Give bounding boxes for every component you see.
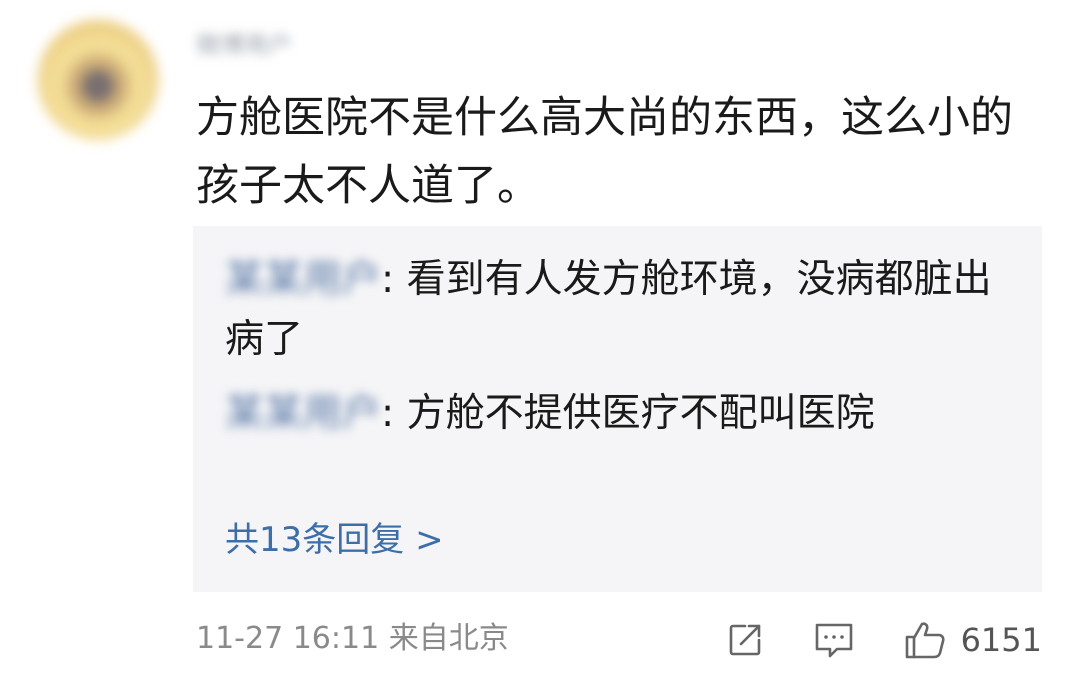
reply-item[interactable]: 某某用户: 方舱不提供医疗不配叫医院 — [225, 384, 995, 444]
reply-text: 方舱不提供医疗不配叫医院 — [406, 391, 875, 436]
share-button[interactable] — [725, 620, 765, 660]
comment-text: 方舱医院不是什么高大尚的东西，这么小的孩子太不人道了。 — [196, 93, 1013, 211]
username[interactable]: 微博用户 — [196, 30, 292, 60]
comment-meta: 11-27 16:11 来自北京 — [196, 615, 509, 663]
share-icon — [725, 620, 765, 660]
reply-separator: : — [381, 257, 407, 302]
reply-author[interactable]: 某某用户 — [225, 391, 381, 436]
reply-separator: : — [381, 391, 407, 436]
comment-button[interactable] — [813, 620, 855, 660]
replies-section: 某某用户: 看到有人发方舱环境，没病都脏出病了 某某用户: 方舱不提供医疗不配叫… — [193, 226, 1042, 592]
avatar[interactable] — [38, 20, 158, 140]
comment-actions: 6151 — [677, 612, 1042, 668]
timestamp: 11-27 16:11 — [196, 621, 380, 656]
reply-author[interactable]: 某某用户 — [225, 257, 381, 302]
thumbs-up-icon — [903, 619, 947, 661]
comment-icon — [813, 620, 855, 660]
like-count: 6151 — [960, 621, 1042, 659]
view-all-replies-link[interactable]: 共13条回复 > — [225, 516, 444, 564]
like-button[interactable]: 6151 — [903, 619, 1042, 661]
reply-item[interactable]: 某某用户: 看到有人发方舱环境，没病都脏出病了 — [225, 250, 995, 370]
location: 来自北京 — [388, 621, 509, 656]
